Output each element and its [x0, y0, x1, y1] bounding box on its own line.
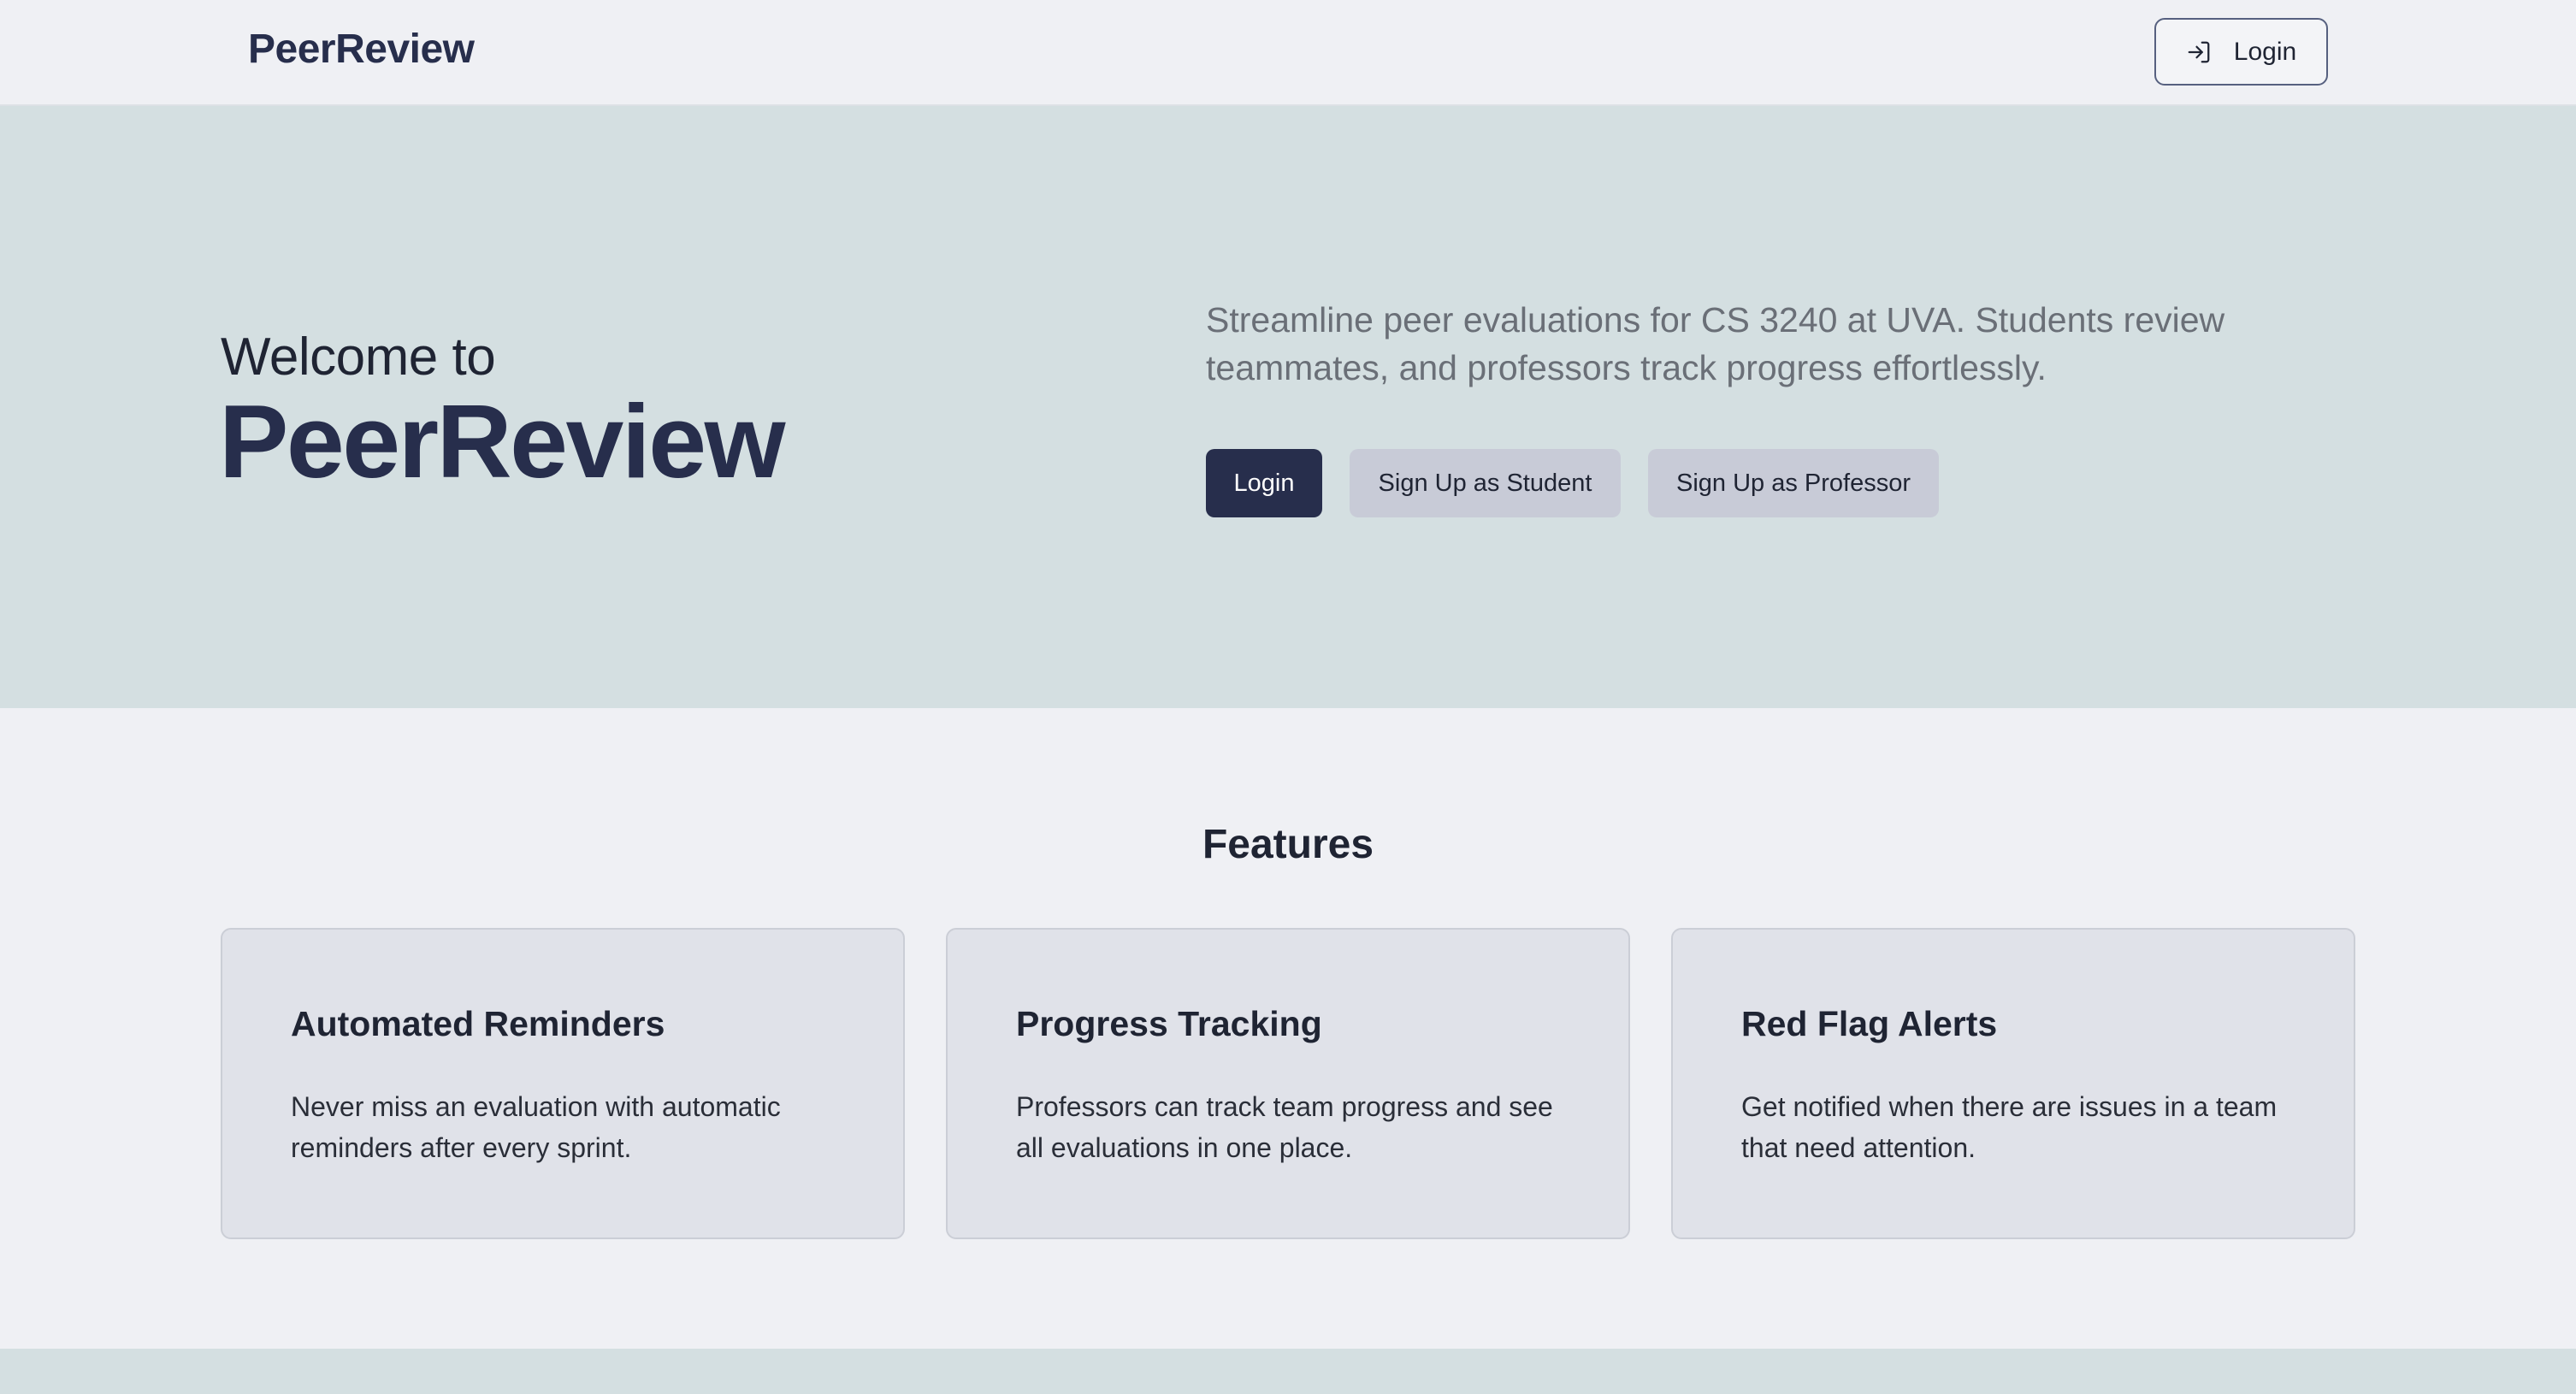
- hero-welcome-text: Welcome to: [221, 328, 496, 387]
- top-navbar: PeerReview Login: [0, 0, 2576, 106]
- signup-student-button[interactable]: Sign Up as Student: [1350, 449, 1621, 517]
- feature-card-description: Professors can track team progress and s…: [1016, 1091, 1553, 1163]
- feature-card-title: Red Flag Alerts: [1741, 1004, 1998, 1043]
- hero-title: PeerReview: [219, 383, 786, 499]
- footer-strip: [0, 1349, 2576, 1394]
- features-heading: Features: [1202, 822, 1374, 867]
- hero-button-group: Login Sign Up as Student Sign Up as Prof…: [1206, 449, 1939, 517]
- hero-login-button[interactable]: Login: [1206, 449, 1322, 517]
- feature-card-automated-reminders: Automated Reminders Never miss an evalua…: [221, 928, 905, 1239]
- header-login-label: Login: [2233, 37, 2297, 66]
- feature-card-description: Get notified when there are issues in a …: [1741, 1091, 2278, 1163]
- feature-card-title: Progress Tracking: [1016, 1004, 1322, 1043]
- login-arrow-icon: [2186, 39, 2212, 65]
- brand-logo-text[interactable]: PeerReview: [248, 26, 475, 73]
- feature-card-description: Never miss an evaluation with automatic …: [291, 1091, 781, 1163]
- header-login-button[interactable]: Login: [2154, 18, 2328, 86]
- feature-card-red-flag-alerts: Red Flag Alerts Get notified when there …: [1671, 928, 2355, 1239]
- feature-card-title: Automated Reminders: [291, 1004, 665, 1043]
- hero-section: Welcome to PeerReview Streamline peer ev…: [0, 106, 2576, 708]
- hero-tagline: Streamline peer evaluations for CS 3240 …: [1206, 300, 2225, 387]
- feature-card-progress-tracking: Progress Tracking Professors can track t…: [946, 928, 1630, 1239]
- signup-professor-button[interactable]: Sign Up as Professor: [1648, 449, 1939, 517]
